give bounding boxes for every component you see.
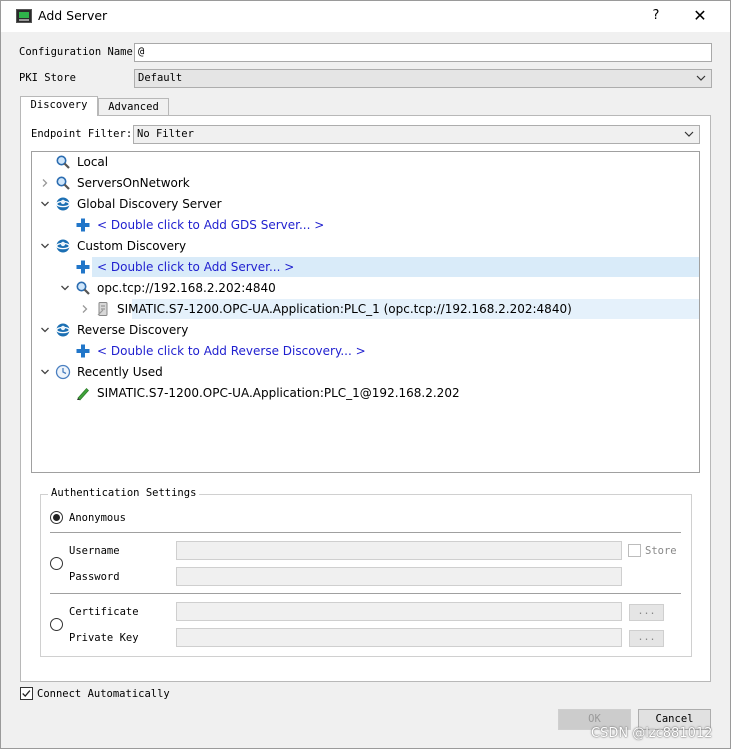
tree-item[interactable]: < Double click to Add Reverse Discovery.… — [32, 341, 699, 361]
endpoint-filter-label: Endpoint Filter: — [31, 128, 133, 140]
store-label: Store — [645, 545, 677, 557]
plus-icon — [76, 260, 90, 274]
tab-discovery[interactable]: Discovery — [20, 96, 98, 116]
tree-item-label: < Double click to Add Server... > — [97, 260, 295, 274]
tree-item-label: < Double click to Add Reverse Discovery.… — [97, 344, 366, 358]
tree-item[interactable]: Reverse Discovery — [32, 320, 699, 340]
certificate-radio[interactable] — [50, 618, 63, 631]
pki-store-select[interactable]: Default — [134, 69, 712, 88]
tree-item-label: SIMATIC.S7-1200.OPC-UA.Application:PLC_1… — [97, 386, 460, 400]
close-button[interactable]: ✕ — [685, 5, 715, 27]
chevron-down-icon — [684, 131, 694, 137]
plus-icon — [76, 344, 90, 358]
pencil-icon — [77, 387, 89, 401]
endpoint-filter-value: No Filter — [137, 128, 194, 140]
tree-item[interactable]: < Double click to Add Server... > — [76, 257, 699, 277]
globe-icon — [56, 197, 70, 211]
expand-arrow-icon[interactable] — [40, 367, 50, 377]
server-icon — [97, 302, 108, 316]
tree-item[interactable]: Custom Discovery — [32, 236, 699, 256]
tree-item[interactable]: opc.tcp://192.168.2.202:4840 — [32, 278, 699, 298]
password-input[interactable] — [176, 567, 622, 586]
magnifier-icon — [56, 176, 70, 190]
magnifier-icon — [76, 281, 90, 295]
window-title: Add Server — [38, 8, 108, 23]
tree-item[interactable]: SIMATIC.S7-1200.OPC-UA.Application:PLC_1… — [32, 383, 699, 403]
pki-store-label: PKI Store — [19, 72, 76, 84]
connect-automatically-checkbox[interactable] — [20, 687, 33, 700]
authentication-settings-title: Authentication Settings — [48, 487, 200, 499]
private-key-input[interactable] — [176, 628, 622, 647]
globe-icon — [56, 239, 70, 253]
tree-item-label: Custom Discovery — [77, 239, 187, 253]
private-key-label: Private Key — [69, 632, 139, 644]
username-input[interactable] — [176, 541, 622, 560]
configuration-name-label: Configuration Name — [19, 46, 133, 58]
tree-item[interactable]: Global Discovery Server — [32, 194, 699, 214]
discovery-tree[interactable]: Local ServersOnNetwork Global Discovery Se… — [31, 151, 700, 473]
tree-item[interactable]: SIMATIC.S7-1200.OPC-UA.Application:PLC_1… — [82, 299, 699, 319]
expand-arrow-icon[interactable] — [60, 283, 70, 293]
username-label: Username — [69, 545, 120, 557]
connect-automatically-label: Connect Automatically — [37, 688, 170, 700]
collapse-arrow-icon[interactable] — [80, 304, 90, 314]
expand-arrow-icon[interactable] — [40, 241, 50, 251]
app-icon — [16, 9, 32, 23]
tree-item[interactable]: < Double click to Add GDS Server... > — [32, 215, 699, 235]
tree-item-label: Local — [77, 155, 109, 169]
certificate-browse-button[interactable]: ... — [629, 604, 664, 621]
chevron-down-icon — [696, 75, 706, 81]
tree-item-label: opc.tcp://192.168.2.202:4840 — [97, 281, 276, 295]
password-label: Password — [69, 571, 120, 583]
configuration-name-input[interactable]: @ — [134, 43, 712, 62]
tree-item-label: Reverse Discovery — [77, 323, 189, 337]
help-button[interactable]: ? — [641, 5, 671, 27]
tree-item[interactable]: Recently Used — [32, 362, 699, 382]
certificate-input[interactable] — [176, 602, 622, 621]
clock-icon — [55, 364, 71, 380]
title-bar: Add Server ? ✕ — [1, 1, 730, 32]
tree-item-label: Recently Used — [77, 365, 163, 379]
magnifier-icon — [56, 155, 70, 169]
collapse-arrow-icon[interactable] — [40, 178, 50, 188]
expand-arrow-icon[interactable] — [40, 199, 50, 209]
tree-item[interactable]: ServersOnNetwork — [32, 173, 699, 193]
divider — [50, 532, 681, 533]
anonymous-radio[interactable] — [50, 511, 63, 524]
tree-item[interactable]: Local — [32, 152, 699, 172]
plus-icon — [76, 218, 90, 232]
endpoint-filter-select[interactable]: No Filter — [133, 125, 700, 144]
tree-item-label: Global Discovery Server — [77, 197, 222, 211]
tree-item-label: SIMATIC.S7-1200.OPC-UA.Application:PLC_1… — [117, 302, 572, 316]
store-checkbox[interactable] — [628, 544, 641, 557]
checkmark-icon — [22, 690, 31, 697]
add-server-dialog: Add Server ? ✕ Configuration Name @ PKI … — [0, 0, 731, 749]
tree-item-label: ServersOnNetwork — [77, 176, 190, 190]
tree-item-label: < Double click to Add GDS Server... > — [97, 218, 325, 232]
divider — [50, 593, 681, 594]
anonymous-label: Anonymous — [69, 512, 126, 524]
pki-store-value: Default — [138, 72, 183, 84]
tab-advanced[interactable]: Advanced — [98, 98, 169, 116]
username-password-radio[interactable] — [50, 557, 63, 570]
expand-arrow-icon[interactable] — [40, 325, 50, 335]
certificate-label: Certificate — [69, 606, 139, 618]
private-key-browse-button[interactable]: ... — [629, 630, 664, 647]
globe-icon — [56, 323, 70, 337]
watermark: CSDN @lzc881012 — [591, 726, 713, 741]
